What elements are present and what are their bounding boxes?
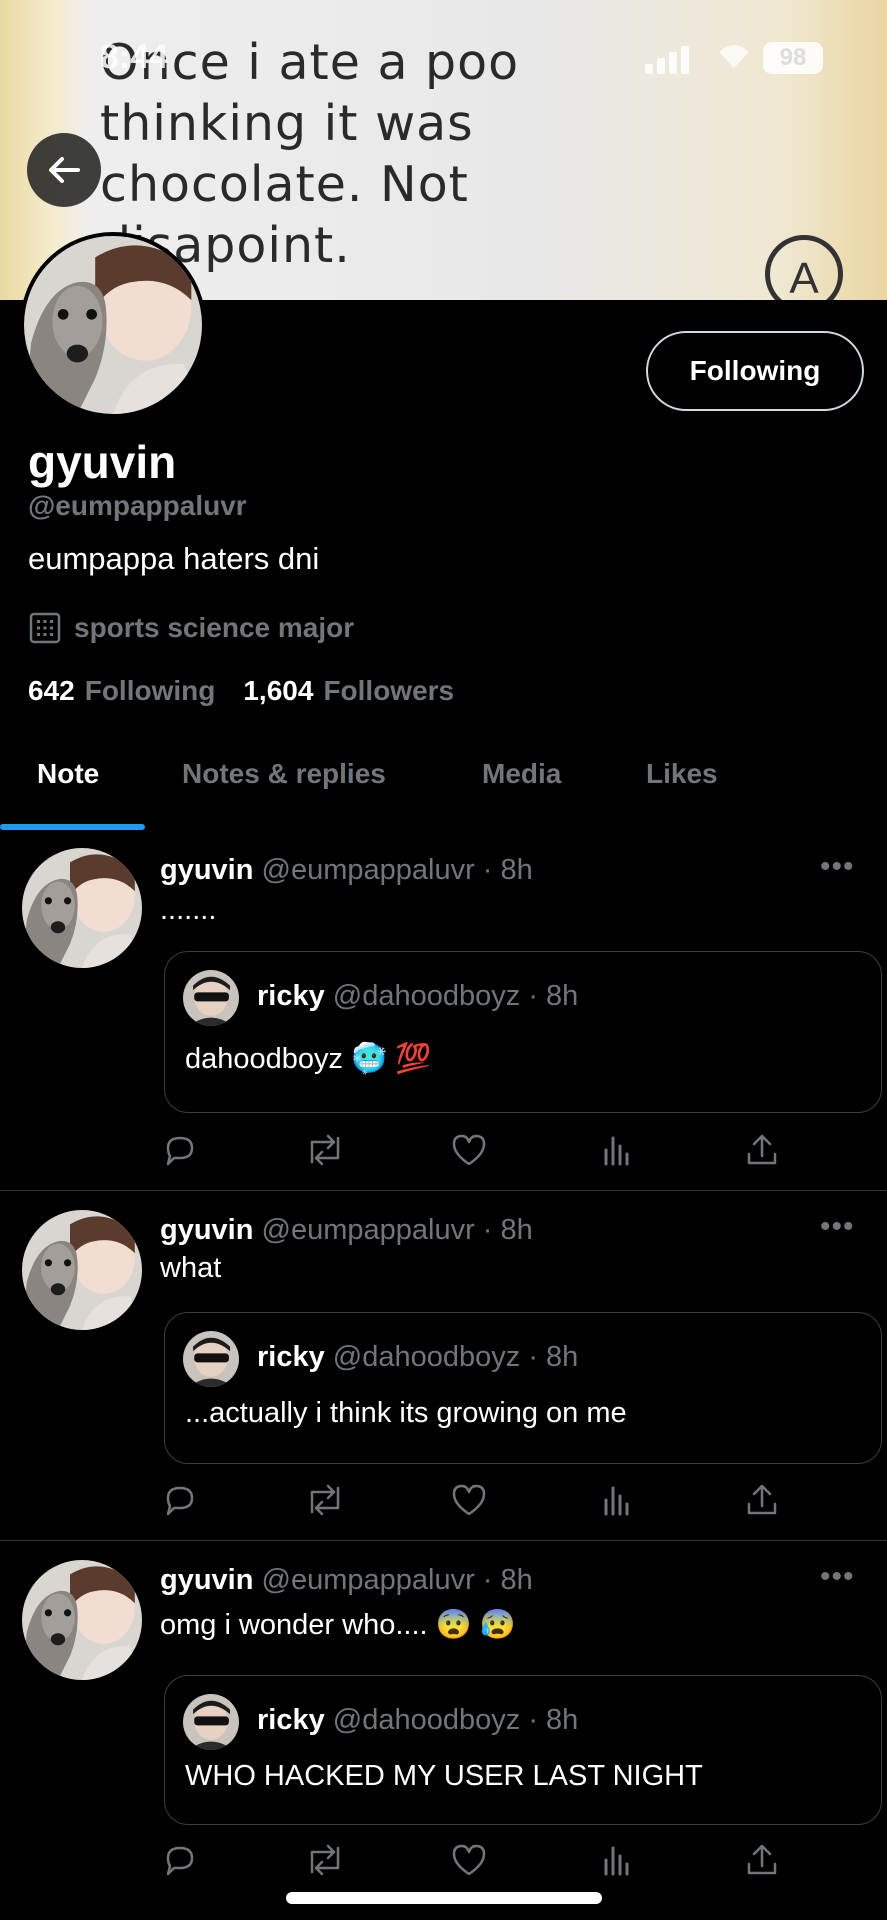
banner-circle-letter: A xyxy=(765,235,843,300)
reply-icon[interactable] xyxy=(162,1482,198,1518)
avatar-image xyxy=(22,1210,142,1330)
post-author-name: gyuvin xyxy=(160,1214,254,1246)
profile-avatar[interactable] xyxy=(20,232,206,418)
quoted-post[interactable]: ricky @dahoodboyz · 8h ...actually i thi… xyxy=(164,1312,882,1464)
tab-likes[interactable]: Likes xyxy=(646,758,718,790)
category-label: sports science major xyxy=(74,612,355,643)
following-link[interactable]: 642 Following xyxy=(28,675,215,707)
post-avatar[interactable] xyxy=(22,848,142,968)
post-item[interactable]: gyuvin @eumpappaluvr · 8h ••• ....... ri… xyxy=(0,830,887,1191)
quote-handle-time: @dahoodboyz · 8h xyxy=(332,980,579,1012)
post-item[interactable]: gyuvin @eumpappaluvr · 8h ••• omg i wond… xyxy=(0,1540,887,1920)
quote-avatar xyxy=(183,1331,239,1387)
status-bar: 8:44 98 xyxy=(0,38,887,78)
views-icon[interactable] xyxy=(600,1842,634,1878)
following-count: 642 xyxy=(28,675,75,706)
post-text: ....... xyxy=(160,894,217,926)
repost-icon[interactable] xyxy=(304,1482,346,1518)
arrow-left-icon xyxy=(49,157,80,183)
quote-header: ricky @dahoodboyz · 8h xyxy=(257,1704,578,1737)
more-options-icon[interactable]: ••• xyxy=(820,1210,855,1244)
avatar-image xyxy=(24,236,202,414)
tab-note[interactable]: Note xyxy=(37,758,99,790)
post-item[interactable]: gyuvin @eumpappaluvr · 8h ••• what ricky… xyxy=(0,1190,887,1541)
quote-text: ...actually i think its growing on me xyxy=(185,1397,627,1429)
like-icon[interactable] xyxy=(450,1842,488,1878)
post-author-name: gyuvin xyxy=(160,1564,254,1596)
like-icon[interactable] xyxy=(450,1482,488,1518)
quote-header: ricky @dahoodboyz · 8h xyxy=(257,1341,578,1374)
quote-avatar xyxy=(183,970,239,1026)
quote-author-name: ricky xyxy=(257,1704,325,1736)
more-options-icon[interactable]: ••• xyxy=(820,850,855,884)
quote-handle-time: @dahoodboyz · 8h xyxy=(332,1341,579,1373)
quote-text: WHO HACKED MY USER LAST NIGHT xyxy=(185,1760,703,1792)
home-indicator[interactable] xyxy=(286,1892,602,1904)
quote-text: dahoodboyz 🥶 💯 xyxy=(185,1043,432,1075)
post-text: omg i wonder who.... 😨 😰 xyxy=(160,1609,516,1641)
post-avatar[interactable] xyxy=(22,1210,142,1330)
followers-count: 1,604 xyxy=(243,675,314,706)
post-actions xyxy=(160,1842,810,1882)
more-options-icon[interactable]: ••• xyxy=(820,1560,855,1594)
post-header: gyuvin @eumpappaluvr · 8h xyxy=(160,1564,533,1597)
followers-label: Followers xyxy=(323,675,455,706)
views-icon[interactable] xyxy=(600,1482,634,1518)
post-author-name: gyuvin xyxy=(160,854,254,886)
back-button[interactable] xyxy=(27,133,101,207)
building-icon xyxy=(29,612,61,644)
post-actions xyxy=(160,1132,810,1172)
tab-media[interactable]: Media xyxy=(482,758,561,790)
wifi-icon xyxy=(719,45,749,68)
post-handle-time: @eumpappaluvr · 8h xyxy=(261,1214,533,1246)
quote-author-name: ricky xyxy=(257,980,325,1012)
repost-icon[interactable] xyxy=(304,1842,346,1878)
post-avatar[interactable] xyxy=(22,1560,142,1680)
share-icon[interactable] xyxy=(744,1842,780,1878)
quoted-post[interactable]: ricky @dahoodboyz · 8h WHO HACKED MY USE… xyxy=(164,1675,882,1825)
reply-icon[interactable] xyxy=(162,1132,198,1168)
status-time: 8:44 xyxy=(100,38,169,76)
quote-avatar xyxy=(183,1694,239,1750)
share-icon[interactable] xyxy=(744,1482,780,1518)
profile-display-name: gyuvin xyxy=(28,436,177,488)
profile-handle: @eumpappaluvr xyxy=(28,490,247,521)
avatar-image xyxy=(183,970,239,1026)
tab-notes-replies[interactable]: Notes & replies xyxy=(182,758,386,790)
reply-icon[interactable] xyxy=(162,1842,198,1878)
following-button[interactable]: Following xyxy=(646,331,864,411)
quote-handle-time: @dahoodboyz · 8h xyxy=(332,1704,579,1736)
post-handle-time: @eumpappaluvr · 8h xyxy=(261,1564,533,1596)
repost-icon[interactable] xyxy=(304,1132,346,1168)
share-icon[interactable] xyxy=(744,1132,780,1168)
avatar-image xyxy=(183,1694,239,1750)
followers-link[interactable]: 1,604 Followers xyxy=(243,675,454,707)
profile-tabs: Note Notes & replies Media Likes xyxy=(0,740,887,830)
avatar-image xyxy=(22,1560,142,1680)
quoted-post[interactable]: ricky @dahoodboyz · 8h dahoodboyz 🥶 💯 xyxy=(164,951,882,1113)
post-text: what xyxy=(160,1252,222,1284)
views-icon[interactable] xyxy=(600,1132,634,1168)
quote-author-name: ricky xyxy=(257,1341,325,1373)
like-icon[interactable] xyxy=(450,1132,488,1168)
post-handle-time: @eumpappaluvr · 8h xyxy=(261,854,533,886)
profile-bio: eumpappa haters dni xyxy=(28,541,320,576)
battery-indicator: 98 xyxy=(763,42,823,74)
avatar-image xyxy=(22,848,142,968)
quote-header: ricky @dahoodboyz · 8h xyxy=(257,980,578,1013)
profile-category: sports science major xyxy=(28,611,354,645)
post-header: gyuvin @eumpappaluvr · 8h xyxy=(160,854,533,887)
post-header: gyuvin @eumpappaluvr · 8h xyxy=(160,1214,533,1247)
follow-counts: 642 Following 1,604 Followers xyxy=(28,675,454,707)
following-label: Following xyxy=(84,675,216,706)
signal-icon xyxy=(645,46,689,74)
avatar-image xyxy=(183,1331,239,1387)
post-actions xyxy=(160,1482,810,1522)
